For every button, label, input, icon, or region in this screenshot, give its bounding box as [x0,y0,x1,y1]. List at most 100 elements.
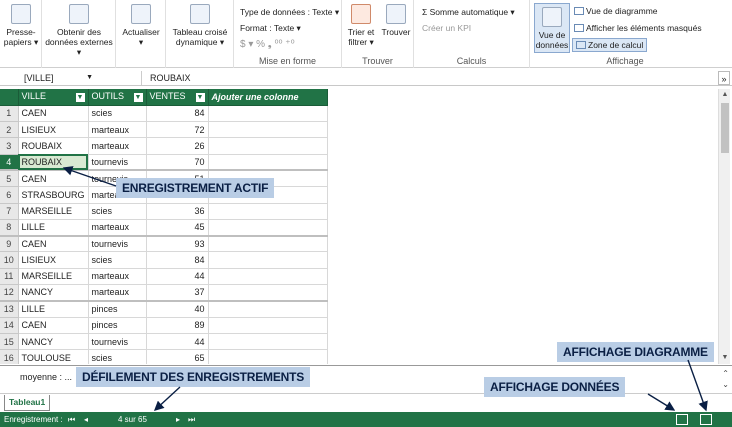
cell-outils[interactable]: tournevis [88,333,147,351]
add-column-header[interactable]: Ajouter une colonne [208,89,328,106]
cell-empty[interactable] [208,203,328,220]
scroll-thumb[interactable] [721,103,729,153]
cell-ville[interactable]: LILLE [18,300,89,318]
row-number[interactable]: 12 [0,284,19,302]
filter-dropdown-icon[interactable]: ▼ [133,93,143,103]
cell-ventes[interactable]: 84 [146,251,209,269]
cell-ville[interactable]: MARSEILLE [18,268,89,286]
table-row[interactable]: 8 LILLE marteaux 45 [0,219,328,237]
data-type-dropdown[interactable]: Type de données : Texte ▾ [240,7,339,18]
cell-ville[interactable]: STRASBOURG [18,186,89,204]
cell-outils[interactable]: marteaux [88,219,147,237]
scroll-down-icon[interactable]: ▼ [719,352,731,364]
cell-outils[interactable]: scies [88,105,147,123]
number-format-buttons[interactable]: $ ▾ % ❟ ⁰⁰ ⁺⁰ [240,39,295,50]
table-row[interactable]: 15 NANCY tournevis 44 [0,333,328,351]
cell-ventes[interactable]: 44 [146,333,209,351]
calc-area-button[interactable]: Zone de calcul [572,38,648,52]
chevron-down-icon[interactable]: ▼ [86,71,93,85]
table-row[interactable]: 9 CAEN tournevis 93 [0,235,328,253]
cell-outils[interactable]: marteaux [88,121,147,139]
cell-outils[interactable]: scies [88,349,147,364]
row-number[interactable]: 14 [0,317,19,334]
cell-outils[interactable]: scies [88,251,147,269]
cell-outils[interactable]: pinces [88,317,147,334]
cell-ventes[interactable]: 93 [146,235,209,253]
table-row[interactable]: 10 LISIEUX scies 84 [0,251,328,269]
row-number[interactable]: 3 [0,137,19,155]
cell-ville[interactable]: CAEN [18,105,89,123]
data-view-status-icon[interactable] [676,414,688,425]
column-header-ville[interactable]: VILLE ▼ [18,89,89,106]
row-number[interactable]: 15 [0,333,19,351]
cell-ville[interactable]: LILLE [18,219,89,237]
measure-label[interactable]: moyenne : ... [20,372,72,382]
expand-formula-icon[interactable]: » [718,71,730,85]
cell-ventes[interactable]: 26 [146,137,209,155]
table-row[interactable]: 16 TOULOUSE scies 65 [0,349,328,364]
cell-empty[interactable] [208,268,328,286]
cell-ventes[interactable]: 72 [146,121,209,139]
cell-empty[interactable] [208,251,328,269]
row-number[interactable]: 8 [0,219,19,237]
row-number[interactable]: 7 [0,203,19,220]
cell-outils[interactable]: tournevis [88,154,147,172]
row-number[interactable]: 1 [0,105,19,123]
sort-filter-button[interactable]: Trier et filtrer ▾ [344,4,378,47]
cell-ville[interactable]: TOULOUSE [18,349,89,364]
cell-ville[interactable]: CAEN [18,317,89,334]
cell-ventes[interactable]: 70 [146,154,209,172]
cell-ventes[interactable]: 36 [146,203,209,220]
cell-ville[interactable]: ROUBAIX [18,137,89,155]
column-header-ventes[interactable]: VENTES ▼ [146,89,209,106]
cell-ventes[interactable]: 40 [146,300,209,318]
cell-ventes[interactable]: 45 [146,219,209,237]
cell-empty[interactable] [208,154,328,172]
cell-empty[interactable] [208,333,328,351]
cell-outils[interactable]: marteaux [88,284,147,302]
cell-outils[interactable]: marteaux [88,137,147,155]
refresh-button[interactable]: Actualiser ▾ [118,4,164,47]
cell-ville[interactable]: NANCY [18,333,89,351]
cell-outils[interactable]: pinces [88,300,147,318]
cell-ville[interactable]: MARSEILLE [18,203,89,220]
row-number[interactable]: 5 [0,170,19,188]
create-kpi-button[interactable]: Créer un KPI [422,23,471,33]
last-record-icon[interactable]: ⏭ [188,412,195,427]
name-box[interactable]: [VILLE] ▼ [2,71,142,85]
row-number[interactable]: 16 [0,349,19,364]
cell-ville[interactable]: LISIEUX [18,251,89,269]
previous-record-icon[interactable]: ◂ [84,412,88,427]
cell-ville[interactable]: NANCY [18,284,89,302]
tab-tableau1[interactable]: Tableau1 [4,395,51,411]
cell-empty[interactable] [208,219,328,237]
cell-outils[interactable]: marteaux [88,268,147,286]
clipboard-button[interactable]: Presse- papiers ▾ [2,4,40,47]
autosum-button[interactable]: Σ Somme automatique ▾ [422,7,515,18]
next-record-icon[interactable]: ▸ [176,412,180,427]
table-row[interactable]: 1 CAEN scies 84 [0,105,328,123]
vertical-scrollbar[interactable]: ▲ ▼ [718,89,730,364]
data-view-button[interactable]: Vue de données [534,3,570,53]
row-number[interactable]: 11 [0,268,19,286]
table-row[interactable]: 11 MARSEILLE marteaux 44 [0,268,328,286]
cell-ville[interactable]: CAEN [18,235,89,253]
column-header-outils[interactable]: OUTILS ▼ [88,89,147,106]
format-dropdown[interactable]: Format : Texte ▾ [240,23,301,34]
cell-empty[interactable] [208,105,328,123]
diagram-view-status-icon[interactable] [700,414,712,425]
table-row[interactable]: 4 ROUBAIX tournevis 70 [0,154,328,172]
row-number[interactable]: 4 [0,154,19,172]
cell-empty[interactable] [208,349,328,364]
cell-ville[interactable]: CAEN [18,170,89,188]
first-record-icon[interactable]: ⏮ [68,412,75,427]
cell-outils[interactable]: tournevis [88,235,147,253]
filter-dropdown-icon[interactable]: ▼ [195,93,205,103]
row-number[interactable]: 13 [0,300,19,318]
show-hidden-button[interactable]: Afficher les éléments masqués [574,23,702,33]
scroll-up-icon[interactable]: ▲ [719,89,731,101]
filter-dropdown-icon[interactable]: ▼ [75,93,85,103]
table-row[interactable]: 12 NANCY marteaux 37 [0,284,328,302]
cell-empty[interactable] [208,121,328,139]
cell-ventes[interactable]: 65 [146,349,209,364]
